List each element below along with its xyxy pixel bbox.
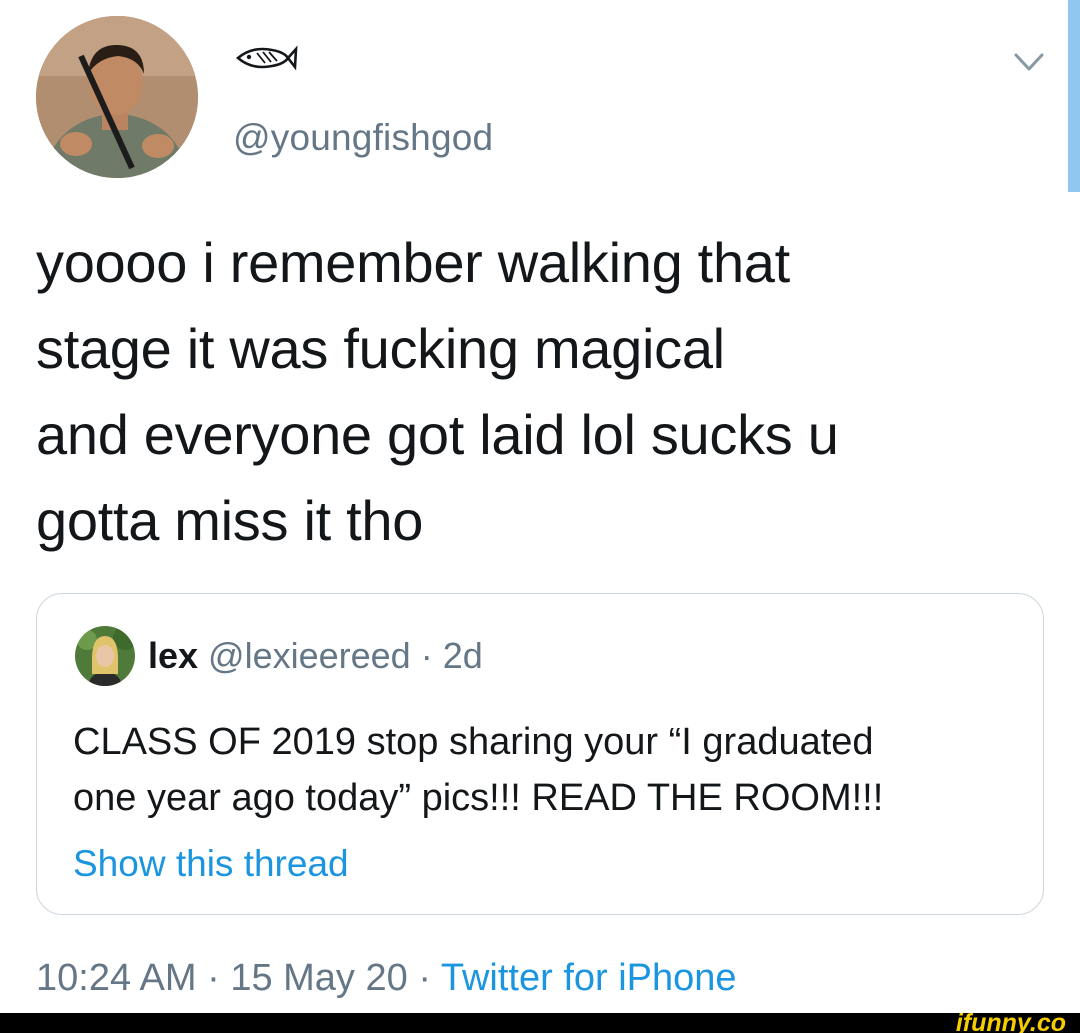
scrollbar[interactable] (1068, 0, 1080, 192)
tweet-line: stage it was fucking magical (36, 317, 725, 380)
tweet-footer: 10:24 AM · 15 May 20 · Twitter for iPhon… (36, 952, 737, 1004)
author-avatar[interactable] (36, 16, 198, 178)
chevron-down-icon[interactable] (1012, 44, 1046, 78)
show-thread-link[interactable]: Show this thread (73, 840, 349, 888)
tweet-timestamp[interactable]: 10:24 AM · 15 May 20 · (36, 957, 441, 999)
quoted-author-meta: @lexieereed · 2d (198, 635, 483, 676)
quoted-line: one year ago today” pics!!! READ THE ROO… (73, 777, 884, 819)
quoted-tweet-text: CLASS OF 2019 stop sharing your “I gradu… (73, 714, 1023, 826)
tweet-source-link[interactable]: Twitter for iPhone (441, 957, 737, 999)
quoted-header: lex @lexieereed · 2d (148, 632, 483, 680)
quoted-line: CLASS OF 2019 stop sharing your “I gradu… (73, 721, 874, 763)
tweet-line: gotta miss it tho (36, 489, 424, 552)
author-handle[interactable]: @youngfishgod (233, 116, 493, 160)
tweet-line: and everyone got laid lol sucks u (36, 403, 839, 466)
fish-icon (232, 40, 298, 76)
tweet-line: yoooo i remember walking that (36, 231, 790, 294)
quoted-tweet-card[interactable]: lex @lexieereed · 2d CLASS OF 2019 stop … (36, 593, 1044, 915)
quoted-author-avatar[interactable] (75, 626, 135, 686)
tweet-text: yoooo i remember walking that stage it w… (36, 220, 1046, 564)
quoted-author-name[interactable]: lex (148, 635, 198, 676)
watermark: ifunny.co (955, 1009, 1066, 1033)
watermark-bar: ifunny.co (0, 1009, 1080, 1033)
